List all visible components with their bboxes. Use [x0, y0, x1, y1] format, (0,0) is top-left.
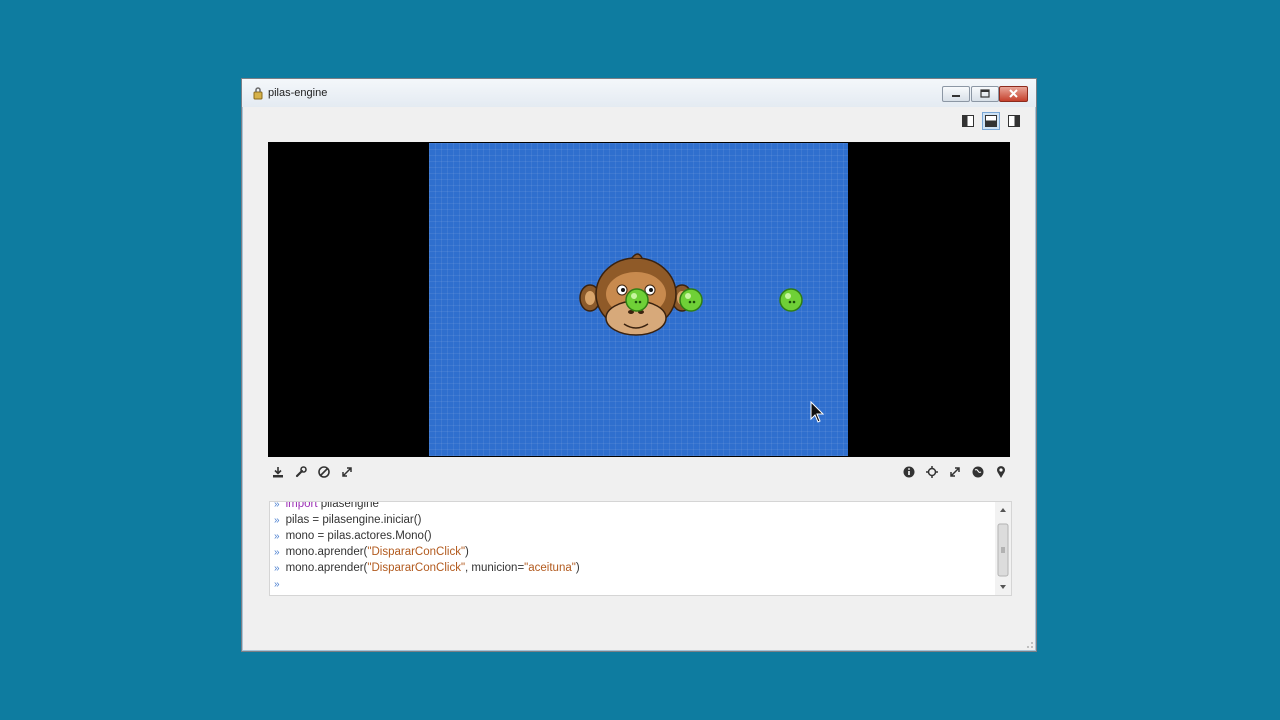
- title-bar[interactable]: pilas-engine: [242, 79, 1036, 107]
- fullscreen-icon[interactable]: [339, 464, 355, 480]
- layout-right-icon[interactable]: [1006, 113, 1022, 129]
- console-prompt: »: [274, 563, 280, 574]
- console-line-4: » mono.aprender("DispararConClick"): [274, 546, 469, 562]
- scene-actors: [579, 253, 825, 423]
- window-title: pilas-engine: [268, 87, 328, 99]
- olive-actor-2: [679, 288, 703, 312]
- string-literal: "DispararConClick": [367, 562, 466, 574]
- stop-icon[interactable]: [316, 464, 332, 480]
- string-literal: "aceituna": [524, 562, 576, 574]
- console-text: pilas = pilasengine.iniciar(): [285, 514, 422, 526]
- wrench-icon[interactable]: [293, 464, 309, 480]
- console-scrollbar[interactable]: [995, 502, 1011, 595]
- olive-actor-3: [779, 288, 803, 312]
- globe-icon[interactable]: [970, 464, 986, 480]
- console-prompt: »: [274, 515, 280, 526]
- game-canvas[interactable]: [268, 142, 1010, 457]
- download-icon[interactable]: [270, 464, 286, 480]
- python-console[interactable]: » import pilasengine » pilas = pilasengine…: [269, 501, 1012, 596]
- string-literal: "DispararConClick": [367, 546, 466, 558]
- console-text: , municion=: [465, 562, 525, 574]
- expand-icon[interactable]: [947, 464, 963, 480]
- app-lock-icon: [253, 87, 263, 100]
- keyword-text: import: [285, 501, 318, 510]
- minimize-button[interactable]: [942, 86, 970, 102]
- minimize-icon: [952, 95, 960, 97]
- scroll-up-icon: [1000, 508, 1006, 512]
- console-input-line[interactable]: »: [274, 578, 286, 594]
- close-icon: [1009, 89, 1018, 98]
- console-text: mono.aprender(: [285, 562, 368, 574]
- game-scene[interactable]: [429, 143, 848, 456]
- console-prompt: »: [274, 531, 280, 542]
- console-line-2: » pilas = pilasengine.iniciar(): [274, 514, 421, 530]
- console-line-5: » mono.aprender("DispararConClick", munic…: [274, 562, 580, 578]
- pilas-engine-window: pilas-engine » import pilasengine » pila…: [241, 78, 1037, 652]
- console-line-3: » mono = pilas.actores.Mono(): [274, 530, 432, 546]
- console-text: ): [575, 562, 580, 574]
- layout-bottom-icon[interactable]: [982, 112, 1000, 130]
- pin-icon[interactable]: [993, 464, 1009, 480]
- console-text: ): [465, 546, 469, 558]
- layout-left-icon[interactable]: [960, 113, 976, 129]
- console-prompt: »: [274, 547, 280, 558]
- console-prompt: »: [274, 579, 280, 590]
- close-button[interactable]: [999, 86, 1028, 102]
- console-text: mono.aprender(: [285, 546, 368, 558]
- scrollbar-graphics: [997, 508, 1009, 589]
- info-icon[interactable]: [901, 464, 917, 480]
- olive-actor-1: [625, 288, 649, 312]
- scroll-down-icon: [1000, 585, 1006, 589]
- resize-grip-icon[interactable]: [1024, 639, 1034, 649]
- mouse-cursor-icon: [810, 400, 825, 423]
- crosshair-icon[interactable]: [924, 464, 940, 480]
- console-text: mono = pilas.actores.Mono(): [285, 530, 432, 542]
- maximize-icon: [980, 89, 990, 98]
- console-text: pilasengine: [317, 501, 379, 510]
- maximize-button[interactable]: [971, 86, 999, 102]
- console-line-1: » import pilasengine: [274, 501, 379, 514]
- console-prompt: »: [274, 501, 280, 510]
